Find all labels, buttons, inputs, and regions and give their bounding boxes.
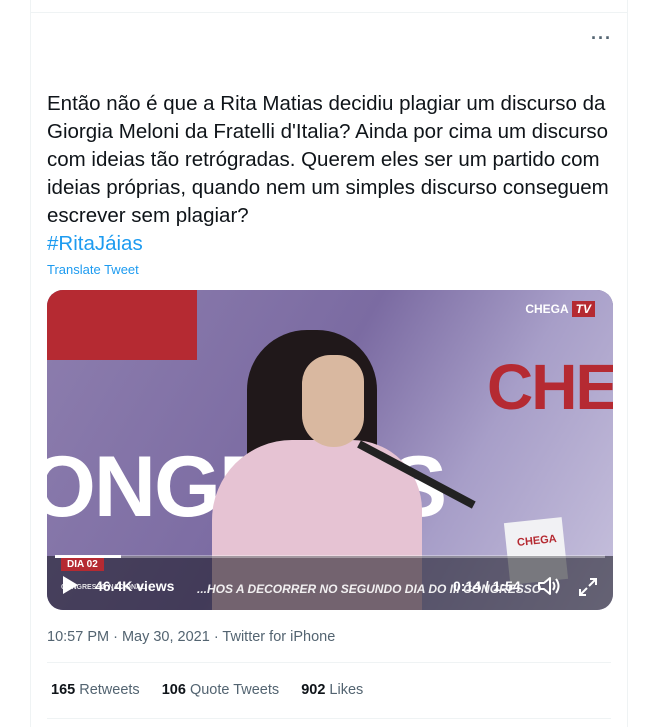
tweet-card: ··· Então não é que a Rita Matias decidi… [30,0,628,727]
likes-label: Likes [329,682,364,698]
top-divider [31,12,627,13]
quote-tweets-stat[interactable]: 106 Quote Tweets [162,682,279,698]
channel-logo-tv: TV [571,301,595,317]
retweets-count: 165 [51,682,76,698]
channel-logo-text: CHEGA [525,302,569,316]
more-icon[interactable]: ··· [591,26,611,50]
retweets-stat[interactable]: 165 Retweets [51,682,140,698]
bottom-divider [47,718,611,719]
engagement-stats: 165 Retweets 106 Quote Tweets 902 Likes [51,682,381,698]
tweet-body: Então não é que a Rita Matias decidiu pl… [47,92,609,227]
progress-bar[interactable] [55,555,605,558]
likes-count: 902 [301,682,326,698]
backdrop-red-block [47,290,197,360]
channel-logo: CHEGA TV [525,301,595,317]
progress-fill [55,555,121,558]
meta-divider [47,662,611,663]
day-badge: DIA 02 [61,558,104,571]
video-time: 0:14 / 1:54 [453,578,521,594]
translate-tweet-link[interactable]: Translate Tweet [47,262,139,277]
video-player[interactable]: CHE ONGRESS CHEGA CHEGATV DIA 02 CONGRES… [47,290,613,610]
volume-icon[interactable] [537,576,561,596]
quote-tweets-label: Quote Tweets [189,682,280,698]
view-count: 46.4K views [95,578,175,594]
tweet-timestamp[interactable]: 10:57 PM · May 30, 2021 · Twitter for iP… [47,629,335,645]
hashtag-link[interactable]: #RitaJáias [47,232,143,255]
tweet-text: Então não é que a Rita Matias decidiu pl… [47,90,617,258]
quote-tweets-count: 106 [161,682,186,698]
fullscreen-icon[interactable] [577,576,599,598]
retweets-label: Retweets [79,682,140,698]
likes-stat[interactable]: 902 Likes [301,682,363,698]
speaker-face [302,355,364,447]
backdrop-text-1: CHE [487,351,613,423]
play-icon[interactable] [63,576,78,594]
